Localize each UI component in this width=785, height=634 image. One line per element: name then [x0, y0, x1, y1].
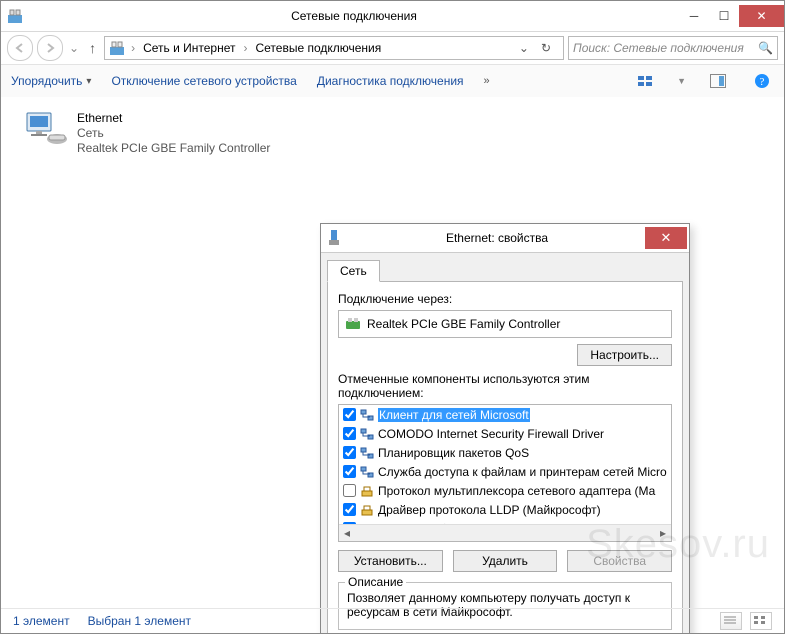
window-title: Сетевые подключения [29, 9, 679, 23]
connection-status: Сеть [77, 126, 270, 141]
scroll-left-button[interactable]: ◂ [339, 525, 355, 541]
tab-strip: Сеть [321, 253, 689, 281]
component-item[interactable]: Драйвер протокола LLDP (Майкрософт) [339, 500, 671, 519]
breadcrumb-sep: › [241, 41, 249, 55]
component-checkbox[interactable] [343, 446, 356, 459]
search-box[interactable]: Поиск: Сетевые подключения 🔍 [568, 36, 778, 60]
view-options-button[interactable] [633, 70, 657, 92]
component-label: Служба доступа к файлам и принтерам сете… [378, 465, 667, 479]
connection-adapter: Realtek PCIe GBE Family Controller [77, 141, 270, 156]
forward-button[interactable] [37, 35, 63, 61]
component-item[interactable]: Клиент для сетей Microsoft [339, 405, 671, 424]
install-button[interactable]: Установить... [338, 550, 443, 572]
scroll-right-button[interactable]: ▸ [655, 525, 671, 541]
svg-text:?: ? [760, 76, 765, 88]
breadcrumb-sep: › [129, 41, 137, 55]
network-component-icon [360, 408, 374, 422]
network-component-icon [360, 446, 374, 460]
description-legend: Описание [345, 575, 406, 589]
connection-item[interactable]: Ethernet Сеть Realtek PCIe GBE Family Co… [23, 111, 270, 156]
components-list[interactable]: Клиент для сетей Microsoft COMODO Interne… [338, 404, 672, 542]
horizontal-scrollbar[interactable]: ◂ ▸ [339, 524, 671, 541]
adapter-field: Realtek PCIe GBE Family Controller [338, 310, 672, 338]
view-options-chevron-icon[interactable]: ▼ [677, 76, 686, 86]
organize-menu[interactable]: Упорядочить▾ [11, 74, 91, 88]
minimize-button[interactable]: ─ [679, 5, 709, 27]
breadcrumb-segment[interactable]: Сетевые подключения [251, 41, 385, 55]
close-button[interactable]: ✕ [739, 5, 784, 27]
dialog-icon [327, 230, 343, 246]
tab-panel: Подключение через: Realtek PCIe GBE Fami… [327, 281, 683, 634]
preview-pane-button[interactable] [706, 70, 730, 92]
protocol-icon [360, 484, 374, 498]
address-bar[interactable]: › Сеть и Интернет › Сетевые подключения … [104, 36, 564, 60]
component-checkbox[interactable] [343, 484, 356, 497]
app-icon [7, 8, 23, 24]
help-button[interactable]: ? [750, 70, 774, 92]
location-icon [109, 40, 125, 56]
explorer-window: Сетевые подключения ─ ☐ ✕ ⌄ ↑ › Сеть и И… [0, 0, 785, 634]
component-checkbox[interactable] [343, 408, 356, 421]
dialog-close-button[interactable]: ✕ [645, 227, 687, 249]
properties-button[interactable]: Свойства [567, 550, 672, 572]
command-bar: Упорядочить▾ Отключение сетевого устройс… [1, 65, 784, 98]
maximize-button[interactable]: ☐ [709, 5, 739, 27]
status-bar: 1 элемент Выбран 1 элемент [1, 608, 784, 633]
uninstall-button[interactable]: Удалить [453, 550, 558, 572]
status-selected-count: Выбран 1 элемент [88, 614, 191, 628]
adapter-name: Realtek PCIe GBE Family Controller [367, 317, 560, 331]
component-checkbox[interactable] [343, 503, 356, 516]
dialog-title: Ethernet: свойства [349, 231, 645, 245]
recent-locations-icon[interactable]: ⌄ [67, 41, 81, 55]
status-item-count: 1 элемент [13, 614, 70, 628]
component-label: Протокол мультиплексора сетевого адаптер… [378, 484, 655, 498]
dialog-title-bar: Ethernet: свойства ✕ [321, 224, 689, 253]
title-bar: Сетевые подключения ─ ☐ ✕ [1, 1, 784, 32]
disable-device-button[interactable]: Отключение сетевого устройства [111, 74, 296, 88]
connection-name: Ethernet [77, 111, 270, 126]
search-icon: 🔍 [758, 41, 773, 55]
adapter-icon [345, 317, 361, 331]
up-button[interactable]: ↑ [85, 40, 100, 56]
content-area: Ethernet Сеть Realtek PCIe GBE Family Co… [1, 97, 784, 609]
details-view-button[interactable] [720, 612, 742, 630]
more-commands-icon[interactable]: » [484, 75, 490, 87]
configure-button[interactable]: Настроить... [577, 344, 672, 366]
component-item[interactable]: Служба доступа к файлам и принтерам сете… [339, 462, 671, 481]
breadcrumb-segment[interactable]: Сеть и Интернет [139, 41, 239, 55]
components-label: Отмеченные компоненты используются этим … [338, 372, 672, 400]
component-label: Драйвер протокола LLDP (Майкрософт) [378, 503, 601, 517]
properties-dialog: Ethernet: свойства ✕ Сеть Подключение че… [320, 223, 690, 634]
ethernet-icon [23, 111, 69, 145]
network-component-icon [360, 427, 374, 441]
network-component-icon [360, 465, 374, 479]
icons-view-button[interactable] [750, 612, 772, 630]
component-label: Клиент для сетей Microsoft [378, 408, 530, 422]
component-checkbox[interactable] [343, 427, 356, 440]
search-placeholder: Поиск: Сетевые подключения [573, 41, 744, 55]
component-item[interactable]: COMODO Internet Security Firewall Driver [339, 424, 671, 443]
component-item[interactable]: Протокол мультиплексора сетевого адаптер… [339, 481, 671, 500]
tab-network[interactable]: Сеть [327, 260, 380, 282]
diagnose-connection-button[interactable]: Диагностика подключения [317, 74, 464, 88]
address-dropdown[interactable]: ⌄↻ [511, 41, 559, 55]
component-item[interactable]: Планировщик пакетов QoS [339, 443, 671, 462]
connection-details: Ethernet Сеть Realtek PCIe GBE Family Co… [77, 111, 270, 156]
back-button[interactable] [7, 35, 33, 61]
connect-via-label: Подключение через: [338, 292, 672, 306]
component-checkbox[interactable] [343, 465, 356, 478]
component-label: COMODO Internet Security Firewall Driver [378, 427, 604, 441]
component-label: Планировщик пакетов QoS [378, 446, 529, 460]
protocol-icon [360, 503, 374, 517]
address-bar-row: ⌄ ↑ › Сеть и Интернет › Сетевые подключе… [1, 32, 784, 65]
